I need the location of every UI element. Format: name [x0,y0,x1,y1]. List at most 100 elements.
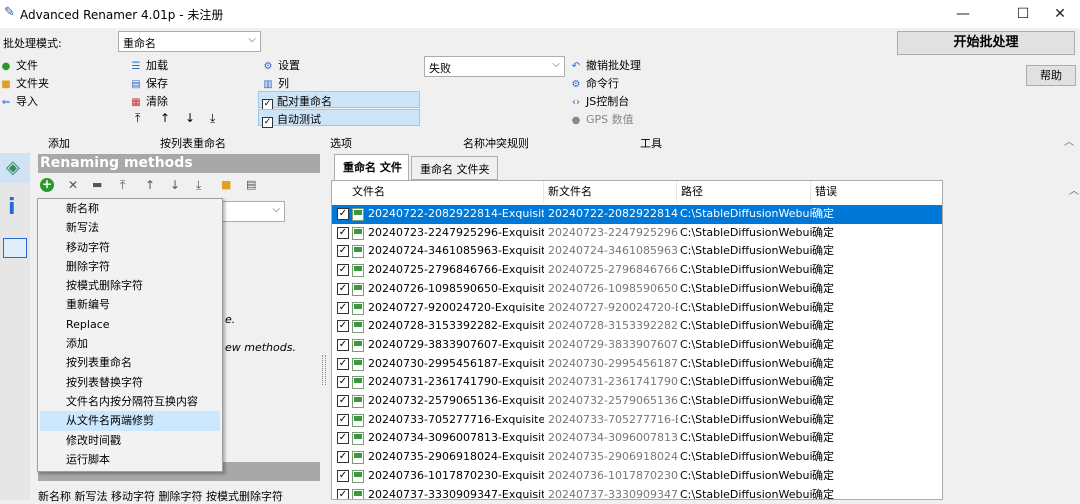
cell-error: 确定 [812,412,834,426]
row-checkbox[interactable]: ✓ [337,376,349,389]
move-top-icon[interactable]: ⤒ [135,111,140,126]
batch-mode-select[interactable]: 重命名 ⌵ [118,31,261,52]
row-checkbox[interactable]: ✓ [337,301,349,314]
table-row[interactable]: ✓ 20240736-1017870230-Exquisite ... 202407… [332,467,942,486]
table-row[interactable]: ✓ 20240724-3461085963-Exquisite ... 202407… [332,242,942,261]
move-down-icon[interactable]: ↓ [170,178,180,192]
close-button[interactable]: ✕ [1040,0,1080,28]
auto-test-toggle[interactable]: ✓ 自动测试 [258,109,420,128]
menu-item[interactable]: 移动字符 [38,238,222,257]
app-icon: ✎ [4,5,15,20]
menu-item[interactable]: 新名称 [38,199,222,218]
add-file-button[interactable]: ● 文件 [0,57,38,73]
menu-item[interactable]: 按模式删除字符 [38,276,222,295]
column-header-path[interactable]: 路径 [677,181,811,203]
gps-button[interactable]: ● GPS 数值 [570,111,634,127]
import-button[interactable]: ⇐ 导入 [0,93,38,109]
tab-rename-folders[interactable]: 重命名 文件夹 [411,156,498,180]
table-row[interactable]: ✓ 20240732-2579065136-Exquisite ... 202407… [332,392,942,411]
move-bottom-icon[interactable]: ⤓ [196,178,201,193]
remove-icon[interactable]: ✕ [68,178,78,192]
table-row[interactable]: ✓ 20240725-2796846766-Exquisite ... 202407… [332,261,942,280]
settings-label: 设置 [278,59,300,72]
info-icon[interactable]: i [8,195,16,220]
row-checkbox[interactable]: ✓ [337,413,349,426]
open-folder-icon[interactable]: ■ [221,178,231,191]
menu-item[interactable]: 新写法 [38,218,222,237]
method-preset-select[interactable]: ⌵ [222,201,285,222]
menu-item[interactable]: 从文件名两端修剪 [40,411,220,431]
help-button[interactable]: 帮助 [1026,65,1076,86]
columns-button[interactable]: ▥ 列 [262,75,289,91]
row-checkbox[interactable]: ✓ [337,282,349,295]
save-button[interactable]: ▤ 保存 [130,75,168,91]
table-row[interactable]: ✓ 20240727-920024720-Exquisite f... 202407… [332,299,942,318]
cell-newname: 20240728-3153392282-... [548,319,678,333]
move-bottom-icon[interactable]: ⤓ [210,111,215,126]
table-row[interactable]: ✓ 20240733-705277716-Exquisite f... 202407… [332,411,942,430]
cell-filename: 20240725-2796846766-Exquisite ... [368,263,544,277]
row-checkbox[interactable]: ✓ [337,451,349,464]
column-header-error[interactable]: 错误 [811,181,942,203]
minimize-button[interactable]: — [940,0,986,28]
table-row[interactable]: ✓ 20240734-3096007813-Exquisite ... 202407… [332,429,942,448]
move-down-icon[interactable]: ↓ [185,111,195,125]
table-row[interactable]: ✓ 20240722-2082922814-Exquisite ... 202407… [332,205,942,224]
menu-item[interactable]: 添加 [38,334,222,353]
tab-rename-files[interactable]: 重命名 文件 [334,154,409,180]
menu-item[interactable]: 按列表重命名 [38,353,222,372]
row-checkbox[interactable]: ✓ [337,395,349,407]
table-row[interactable]: ✓ 20240723-2247925296-Exquisite ... 202407… [332,224,942,243]
add-folder-button[interactable]: ■ 文件夹 [0,75,49,91]
table-row[interactable]: ✓ 20240726-1098590650-Exquisite ... 202407… [332,280,942,299]
move-top-icon[interactable]: ⤒ [120,178,125,193]
conflict-rule-select[interactable]: 失败 ⌵ [424,56,565,77]
row-checkbox[interactable]: ✓ [337,208,349,220]
start-batch-button[interactable]: 开始批处理 [897,31,1075,55]
column-header-filename[interactable]: 文件名 [348,181,544,203]
save-icon[interactable]: ▤ [246,178,256,191]
menu-item[interactable]: 按列表替换字符 [38,373,222,392]
row-checkbox[interactable]: ✓ [337,338,349,351]
settings-button[interactable]: ⚙ 设置 [262,57,300,73]
js-console-button[interactable]: ‹› JS控制台 [570,93,629,109]
row-checkbox[interactable]: ✓ [337,264,349,277]
toggle-icon[interactable]: ▬ [92,178,102,191]
load-button[interactable]: ☰ 加载 [130,57,168,73]
panel-splitter[interactable] [322,355,326,385]
menu-item[interactable]: 修改时间戳 [38,431,222,450]
folder-panel-icon[interactable] [3,238,27,258]
menu-item[interactable]: 运行脚本 [38,450,222,469]
row-checkbox[interactable]: ✓ [337,357,349,370]
pair-rename-toggle[interactable]: ✓ 配对重命名 [258,91,420,110]
clear-button[interactable]: ▦ 清除 [130,93,168,109]
undo-batch-button[interactable]: ↶ 撤销批处理 [570,57,641,73]
menu-item[interactable]: 重新编号 [38,295,222,314]
row-checkbox[interactable]: ✓ [337,245,349,258]
table-row[interactable]: ✓ 20240730-2995456187-Exquisite ... 202407… [332,355,942,374]
add-method-icon[interactable]: + [40,178,54,192]
row-checkbox[interactable]: ✓ [337,469,349,482]
row-checkbox[interactable]: ✓ [337,226,349,239]
cmdline-button[interactable]: ⚙ 命令行 [570,75,619,91]
row-checkbox[interactable]: ✓ [337,320,349,333]
collapse-ribbon-icon[interactable]: ︿ [1064,133,1074,148]
cell-error: 确定 [812,450,834,464]
methods-tab[interactable]: ◈ [0,153,30,183]
menu-item[interactable]: 删除字符 [38,257,222,276]
table-row[interactable]: ✓ 20240731-2361741790-Exquisite ... 202407… [332,373,942,392]
table-row[interactable]: ✓ 20240729-3833907607-Exquisite ... 202407… [332,336,942,355]
row-checkbox[interactable]: ✓ [337,488,349,499]
cell-path: C:\StableDiffusionWebui... [680,412,812,426]
move-up-icon[interactable]: ↑ [160,111,170,125]
table-row[interactable]: ✓ 20240737-3330909347-Exquisite ... 202407… [332,486,942,499]
menu-item[interactable]: Replace [38,315,222,334]
row-checkbox[interactable]: ✓ [337,432,349,445]
scroll-up-icon[interactable]: ︿ [1069,182,1079,197]
table-row[interactable]: ✓ 20240728-3153392282-Exquisite ... 202407… [332,317,942,336]
menu-item[interactable]: 文件名内按分隔符互换内容 [38,392,222,411]
vertical-scrollbar[interactable]: ︿ [1068,180,1080,500]
move-up-icon[interactable]: ↑ [145,178,155,192]
table-row[interactable]: ✓ 20240735-2906918024-Exquisite ... 202407… [332,448,942,467]
column-header-newname[interactable]: 新文件名 [544,181,677,203]
